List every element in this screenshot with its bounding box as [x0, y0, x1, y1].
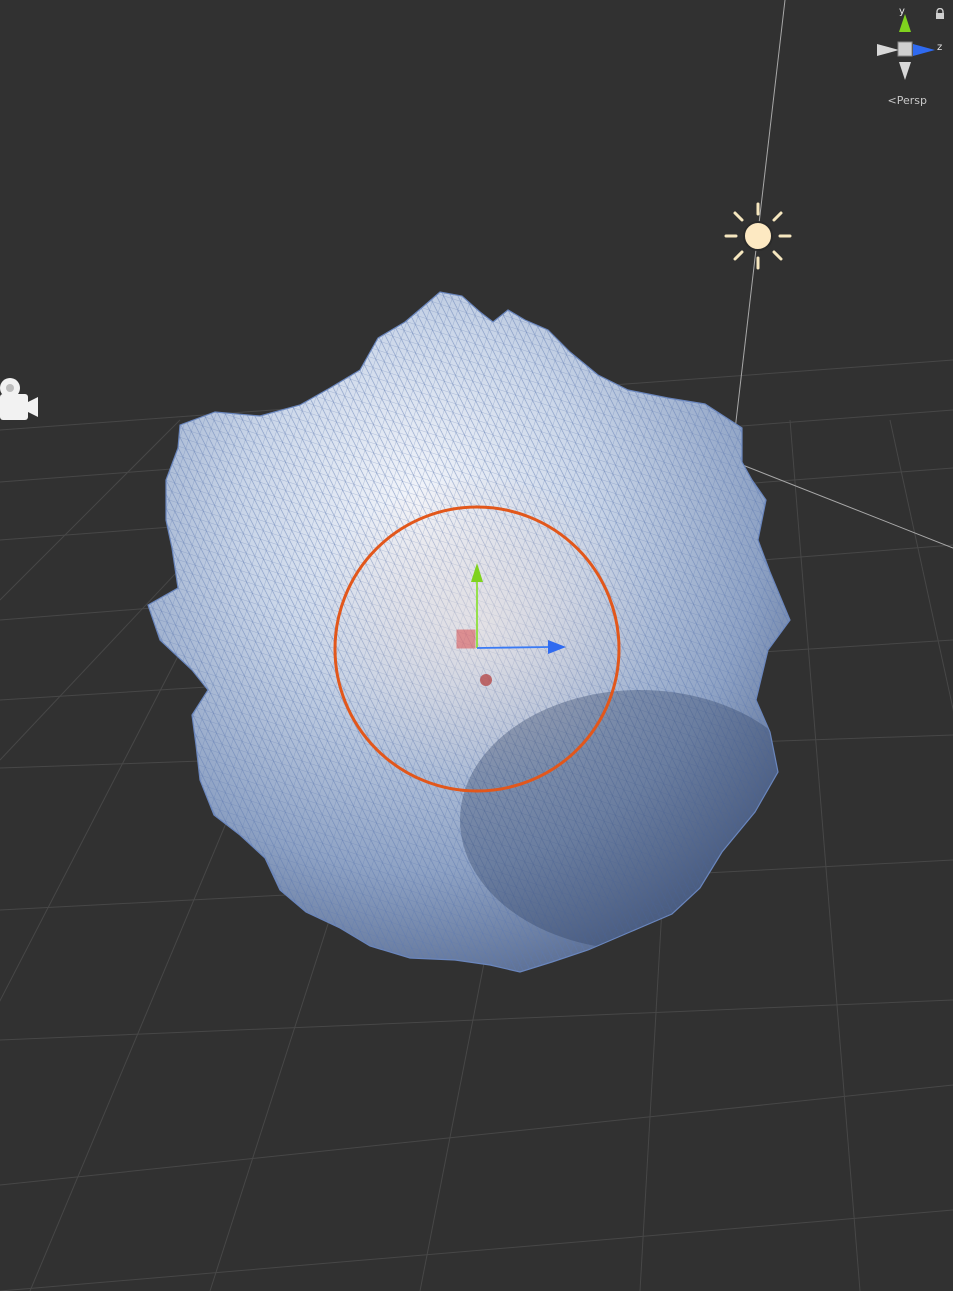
scene-viewport[interactable]: y z <Persp: [0, 0, 953, 1291]
z-axis-cone-icon: [913, 44, 935, 56]
world-x-axis-line: [734, 461, 953, 549]
projection-label: Persp: [896, 94, 927, 107]
y-axis-label[interactable]: y: [899, 6, 905, 17]
mesh-object: [148, 292, 790, 972]
lock-icon[interactable]: [935, 8, 945, 20]
z-axis-label[interactable]: z: [937, 42, 942, 53]
gizmo-center-cube-icon: [897, 41, 913, 57]
x-axis-cone-icon: [877, 44, 899, 56]
camera-icon[interactable]: [0, 374, 40, 424]
chevron-left-icon: <: [887, 94, 897, 107]
sun-icon[interactable]: [722, 200, 794, 272]
scene-canvas[interactable]: [0, 0, 953, 1291]
neg-y-axis-cone-icon: [899, 62, 911, 80]
projection-toggle[interactable]: <Persp: [888, 94, 927, 107]
axis-gizmo-icon[interactable]: [865, 6, 945, 86]
